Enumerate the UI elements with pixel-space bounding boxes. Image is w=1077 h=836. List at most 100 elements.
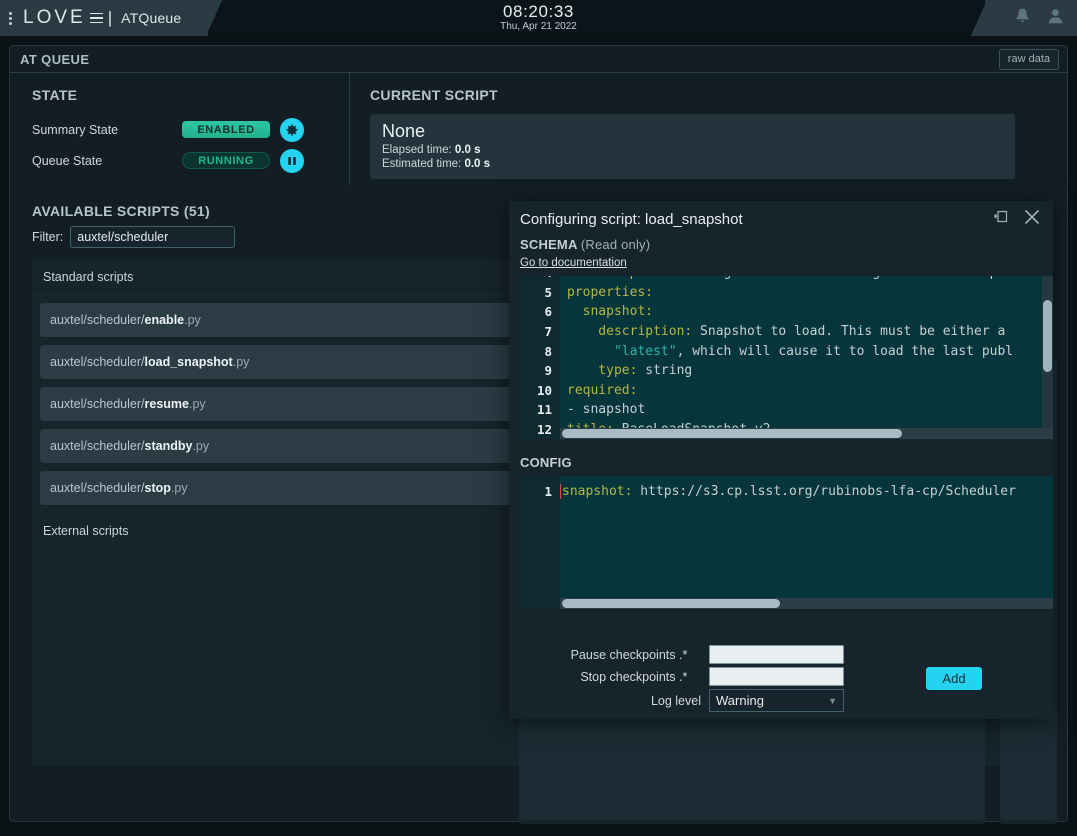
- current-script-heading: CURRENT SCRIPT: [370, 87, 1067, 103]
- stop-checkpoints-input[interactable]: [709, 667, 844, 686]
- schema-vertical-scrollbar[interactable]: [1043, 300, 1052, 372]
- group-standard-label: Standard scripts: [43, 270, 133, 284]
- modal-title: Configuring script: load_snapshot: [520, 211, 978, 228]
- bell-icon[interactable]: [1014, 7, 1031, 30]
- at-queue-panel: AT QUEUE raw data STATE Summary State EN…: [9, 45, 1068, 822]
- code-line: 7 description: Snapshot to load. This mu…: [520, 322, 1053, 342]
- log-level-label: Log level: [509, 694, 709, 708]
- duplicate-icon[interactable]: [992, 208, 1009, 230]
- config-code-editor[interactable]: 1 snapshot: https://s3.cp.lsst.org/rubin…: [520, 476, 1053, 609]
- summary-state-row: Summary State ENABLED: [32, 114, 349, 145]
- line-number: 5: [520, 285, 560, 300]
- pause-checkpoints-regex: .*: [679, 648, 701, 662]
- pause-checkpoints-input[interactable]: [709, 645, 844, 664]
- line-number: 1: [520, 484, 560, 499]
- line-number: 11: [520, 402, 560, 417]
- code-line: 4 description: Configuration for loading…: [520, 276, 1053, 283]
- code-key: type:: [560, 363, 637, 378]
- code-line: 6 snapshot:: [520, 302, 1053, 322]
- filter-input[interactable]: [70, 226, 235, 248]
- hamburger-bars-icon: [90, 13, 103, 24]
- estimated-time-value: 0.0 s: [464, 158, 490, 170]
- code-key: properties:: [560, 285, 653, 300]
- code-line: 5 properties:: [520, 283, 1053, 303]
- app-identity: LOVE | ATQueue: [0, 0, 208, 36]
- code-key: required:: [560, 383, 637, 398]
- elapsed-time-label: Elapsed time:: [382, 144, 452, 156]
- logo-separator: |: [108, 8, 115, 28]
- code-line: 8 "latest", which will cause it to load …: [520, 341, 1053, 361]
- line-number: 4: [520, 276, 560, 280]
- go-to-documentation-link[interactable]: Go to documentation: [520, 257, 627, 269]
- stop-checkpoints-label: Stop checkpoints .*: [509, 670, 709, 684]
- configure-script-modal: Configuring script: load_snapshot SCHEMA…: [509, 201, 1053, 719]
- top-bar: LOVE | ATQueue 08:20:33 Thu, Apr 21 2022: [0, 0, 1077, 36]
- current-script-name: None: [382, 121, 1003, 142]
- close-icon[interactable]: [1023, 208, 1041, 231]
- user-icon[interactable]: [1047, 7, 1064, 30]
- love-logo: LOVE |: [23, 7, 117, 29]
- log-level-value: Warning: [716, 693, 764, 708]
- schema-heading: SCHEMA (Read only): [520, 237, 1053, 252]
- elapsed-time-value: 0.0 s: [455, 144, 481, 156]
- code-value: Snapshot to load. This must be either a: [692, 324, 1005, 339]
- view-name: ATQueue: [121, 10, 181, 26]
- summary-state-label: Summary State: [32, 123, 182, 137]
- queue-state-badge: RUNNING: [182, 152, 270, 169]
- queue-state-row: Queue State RUNNING: [32, 145, 349, 176]
- chevron-down-icon: ▼: [828, 696, 837, 706]
- pause-icon[interactable]: [280, 149, 304, 173]
- script-name: auxtel/scheduler/enable.py: [50, 313, 201, 327]
- code-key: snapshot:: [560, 304, 653, 319]
- log-level-row: Log level Warning ▼: [509, 688, 1053, 713]
- schema-horizontal-scrollbar[interactable]: [562, 429, 902, 438]
- schema-code-lines: 4 description: Configuration for loading…: [520, 276, 1053, 439]
- code-line: 11 - snapshot: [520, 400, 1053, 420]
- text-cursor: [560, 484, 561, 499]
- code-key: snapshot:: [562, 484, 632, 499]
- gear-icon[interactable]: [280, 118, 304, 142]
- elapsed-time: Elapsed time: 0.0 s: [382, 144, 1003, 156]
- log-level-select[interactable]: Warning ▼: [709, 689, 844, 712]
- config-code-lines: 1 snapshot: https://s3.cp.lsst.org/rubin…: [520, 482, 1053, 502]
- line-number: 6: [520, 304, 560, 319]
- script-name: auxtel/scheduler/resume.py: [50, 397, 206, 411]
- current-script-block: CURRENT SCRIPT None Elapsed time: 0.0 s …: [350, 73, 1067, 185]
- code-value: - snapshot: [560, 402, 645, 417]
- code-value: Configuration for loading Scheduler snap…: [677, 276, 1029, 280]
- code-string: "latest": [560, 344, 677, 359]
- schema-readonly-note: (Read only): [581, 237, 650, 252]
- group-external-label: External scripts: [43, 524, 128, 538]
- script-name: auxtel/scheduler/stop.py: [50, 481, 188, 495]
- schema-heading-text: SCHEMA: [520, 237, 577, 252]
- filter-label: Filter:: [32, 230, 63, 244]
- line-number: 8: [520, 344, 560, 359]
- page-title: AT QUEUE: [20, 52, 89, 67]
- line-number: 12: [520, 422, 560, 437]
- code-line: 10 required:: [520, 381, 1053, 401]
- schema-code-editor[interactable]: 4 description: Configuration for loading…: [520, 276, 1053, 439]
- line-number: 7: [520, 324, 560, 339]
- script-name: auxtel/scheduler/standby.py: [50, 439, 209, 453]
- queue-state-label: Queue State: [32, 154, 182, 168]
- modal-form: Pause checkpoints .* Stop checkpoints .*…: [509, 637, 1053, 719]
- code-value: string: [637, 363, 692, 378]
- state-block: STATE Summary State ENABLED Queue State …: [10, 73, 350, 185]
- estimated-time-label: Estimated time:: [382, 158, 461, 170]
- code-key: description:: [560, 276, 677, 280]
- state-heading: STATE: [32, 87, 349, 103]
- config-horizontal-scrollbar[interactable]: [562, 599, 780, 608]
- kebab-menu-icon[interactable]: [9, 12, 12, 25]
- raw-data-button[interactable]: raw data: [999, 49, 1059, 70]
- code-line: 1 snapshot: https://s3.cp.lsst.org/rubin…: [520, 482, 1053, 502]
- add-button[interactable]: Add: [926, 667, 982, 690]
- script-name: auxtel/scheduler/load_snapshot.py: [50, 355, 249, 369]
- code-line: 9 type: string: [520, 361, 1053, 381]
- top-bar-actions: [985, 0, 1077, 36]
- code-value: , which will cause it to load the last p…: [677, 344, 1014, 359]
- pause-checkpoints-row: Pause checkpoints .*: [509, 644, 1053, 665]
- line-number: 9: [520, 363, 560, 378]
- workspace: AT QUEUE raw data STATE Summary State EN…: [0, 36, 1077, 836]
- line-number: 10: [520, 383, 560, 398]
- code-key: description:: [560, 324, 692, 339]
